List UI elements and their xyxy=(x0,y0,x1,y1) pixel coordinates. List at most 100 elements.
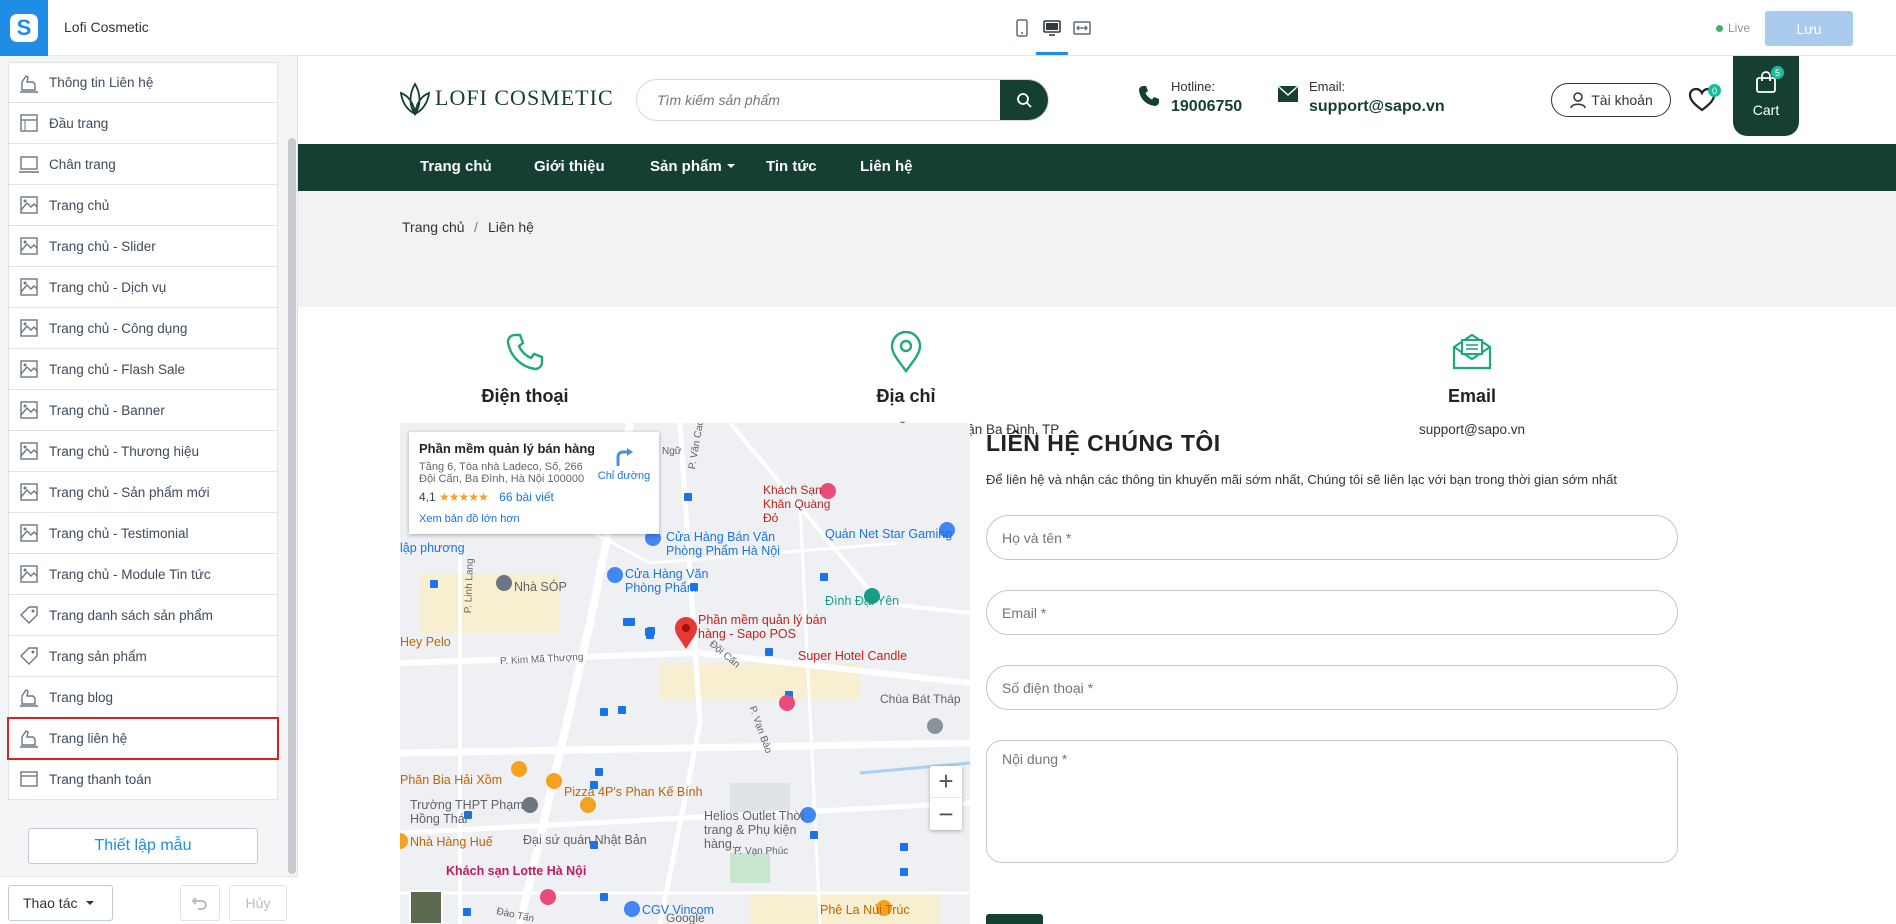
store-name: Lofi Cosmetic xyxy=(64,19,149,35)
map-label: Super Hotel Candle xyxy=(798,649,908,663)
email-field[interactable] xyxy=(986,590,1678,635)
contact-phone-title: Điện thoại xyxy=(481,386,569,406)
sidebar-item[interactable]: Trang chủ - Module Tin tức xyxy=(8,554,278,595)
desktop-view-button[interactable] xyxy=(1040,16,1064,40)
nav-products[interactable]: Sản phẩm xyxy=(650,158,736,175)
account-button[interactable]: Tài khoản xyxy=(1551,83,1671,117)
name-field[interactable] xyxy=(986,515,1678,560)
mobile-icon xyxy=(1016,19,1028,37)
sidebar-scrollbar[interactable] xyxy=(288,138,296,874)
header-email[interactable]: Email: support@sapo.vn xyxy=(1277,79,1445,116)
email-value: support@sapo.vn xyxy=(1309,98,1445,115)
checkout-icon xyxy=(18,768,40,790)
envelope-icon xyxy=(1277,85,1299,102)
actions-dropdown[interactable]: Thao tác xyxy=(8,885,113,921)
undo-button[interactable] xyxy=(180,885,220,921)
sapo-logo[interactable]: S xyxy=(0,0,48,56)
sidebar-item[interactable]: Đầu trang xyxy=(8,103,278,144)
sidebar-item[interactable]: Chân trang xyxy=(8,144,278,185)
directions-icon xyxy=(616,448,633,466)
site-logo[interactable]: LOFI COSMETIC xyxy=(399,80,614,116)
map-place-address: Tầng 6, Tòa nhà Ladeco, Số, 266 Đội Cấn,… xyxy=(419,461,585,485)
phone-field[interactable] xyxy=(986,665,1678,710)
image-icon xyxy=(18,317,40,339)
contact-phone-block: Điện thoại 19006750 xyxy=(375,331,675,437)
map-label: Nhà SÓP xyxy=(514,580,567,594)
sidebar-item-label: Chân trang xyxy=(49,156,116,172)
mobile-view-button[interactable] xyxy=(1010,16,1034,40)
nav-news[interactable]: Tin tức xyxy=(766,158,817,175)
map-label: Pizza 4P's Phan Kế Bính xyxy=(564,785,703,799)
sidebar-item[interactable]: Trang danh sách sản phẩm xyxy=(8,595,278,636)
main-nav: Trang chủ Giới thiệu Sản phẩm Tin tức Li… xyxy=(298,144,1896,191)
footer-layout-icon xyxy=(18,153,40,175)
directions-button[interactable]: Chỉ đường xyxy=(596,447,652,482)
submit-button[interactable] xyxy=(986,914,1043,924)
breadcrumb: Trang chủ / Liên hệ xyxy=(298,191,1896,307)
reviews-link[interactable]: 66 bài viết xyxy=(499,490,554,504)
map-label: Nhà Hàng Huế xyxy=(410,835,493,849)
sidebar-item[interactable]: Trang liên hệ xyxy=(7,717,279,760)
view-larger-map-link[interactable]: Xem bản đồ lớn hơn xyxy=(419,513,649,525)
directions-label: Chỉ đường xyxy=(597,470,651,482)
nav-home[interactable]: Trang chủ xyxy=(420,158,492,175)
message-field[interactable] xyxy=(986,740,1678,863)
sidebar-item[interactable]: Trang chủ - Công dụng xyxy=(8,308,278,349)
hotline[interactable]: Hotline: 19006750 xyxy=(1137,79,1242,116)
hand-icon xyxy=(18,727,40,749)
cancel-button[interactable]: Hủy xyxy=(229,885,287,921)
map-label: Hey Pelo xyxy=(400,635,451,649)
sidebar-item[interactable]: Trang chủ xyxy=(8,185,278,226)
sidebar-item-label: Trang liên hệ xyxy=(49,730,128,746)
search-input[interactable] xyxy=(637,80,977,120)
sidebar-item-label: Trang danh sách sản phẩm xyxy=(49,607,213,623)
wishlist-button[interactable]: 0 xyxy=(1688,84,1721,116)
live-label: Live xyxy=(1728,21,1751,35)
sidebar-item-label: Trang chủ - Sản phẩm mới xyxy=(49,484,210,500)
hotline-text: Hotline: 19006750 xyxy=(1171,79,1242,116)
map-label: lập phương xyxy=(400,541,465,555)
zoom-out-button[interactable]: − xyxy=(930,798,962,830)
email-text: Email: support@sapo.vn xyxy=(1309,79,1445,116)
contact-email-block: Email support@sapo.vn xyxy=(1322,331,1622,437)
sidebar-item[interactable]: Trang chủ - Flash Sale xyxy=(8,349,278,390)
sidebar-item[interactable]: Trang chủ - Dịch vụ xyxy=(8,267,278,308)
sidebar-item-label: Đầu trang xyxy=(49,115,109,131)
image-icon xyxy=(18,194,40,216)
cart-button[interactable]: 5 Cart xyxy=(1733,56,1799,136)
sidebar-item-label: Trang chủ - Dịch vụ xyxy=(49,279,167,295)
sidebar-item[interactable]: Trang chủ - Banner xyxy=(8,390,278,431)
contact-address-title: Địa chỉ xyxy=(876,386,936,406)
contact-form: LIÊN HỆ CHÚNG TÔI Để liên hệ và nhận các… xyxy=(986,423,1786,924)
caret-down-icon xyxy=(86,901,95,905)
image-icon xyxy=(18,563,40,585)
app-root: S Lofi Cosmetic Thông tin Liên hệ Đầu tra… xyxy=(0,0,1896,924)
sidebar-item[interactable]: Trang chủ - Thương hiệu xyxy=(8,431,278,472)
map-label: Cửa Hàng Văn Phòng Phẩm xyxy=(625,567,709,595)
zoom-in-button[interactable]: + xyxy=(930,766,962,798)
sidebar-item[interactable]: Trang thanh toán xyxy=(8,759,278,800)
sidebar-item[interactable]: Trang blog xyxy=(8,677,278,718)
google-map[interactable]: Khách Sạn Khăn Quàng Đỏ Quán Net Star Ga… xyxy=(400,423,970,924)
sidebar-item[interactable]: Trang chủ - Testimonial xyxy=(8,513,278,554)
fullwidth-view-button[interactable] xyxy=(1070,16,1094,40)
leaf-logo-icon xyxy=(399,82,431,116)
sidebar-item[interactable]: Trang chủ - Sản phẩm mới xyxy=(8,472,278,513)
sidebar-item[interactable]: Trang sản phẩm xyxy=(8,636,278,677)
tag-icon xyxy=(18,645,40,667)
nav-about[interactable]: Giới thiệu xyxy=(534,158,605,175)
sidebar-item[interactable]: Thông tin Liên hệ xyxy=(8,62,278,103)
map-label: Đình Đại Yên xyxy=(825,594,900,608)
envelope-icon xyxy=(1452,333,1492,370)
map-label: P. Vạn Phúc xyxy=(734,846,789,857)
breadcrumb-home[interactable]: Trang chủ xyxy=(402,219,465,235)
image-icon xyxy=(18,235,40,257)
breadcrumb-current: Liên hệ xyxy=(488,219,534,235)
sidebar-item[interactable]: Trang chủ - Slider xyxy=(8,226,278,267)
save-button[interactable]: Lưu xyxy=(1765,11,1853,46)
desktop-icon xyxy=(1043,20,1061,36)
search-button[interactable] xyxy=(1000,80,1048,120)
cart-count-badge: 5 xyxy=(1771,66,1784,79)
template-setup-button[interactable]: Thiết lập mẫu xyxy=(28,828,258,864)
nav-contact[interactable]: Liên hệ xyxy=(860,158,913,175)
